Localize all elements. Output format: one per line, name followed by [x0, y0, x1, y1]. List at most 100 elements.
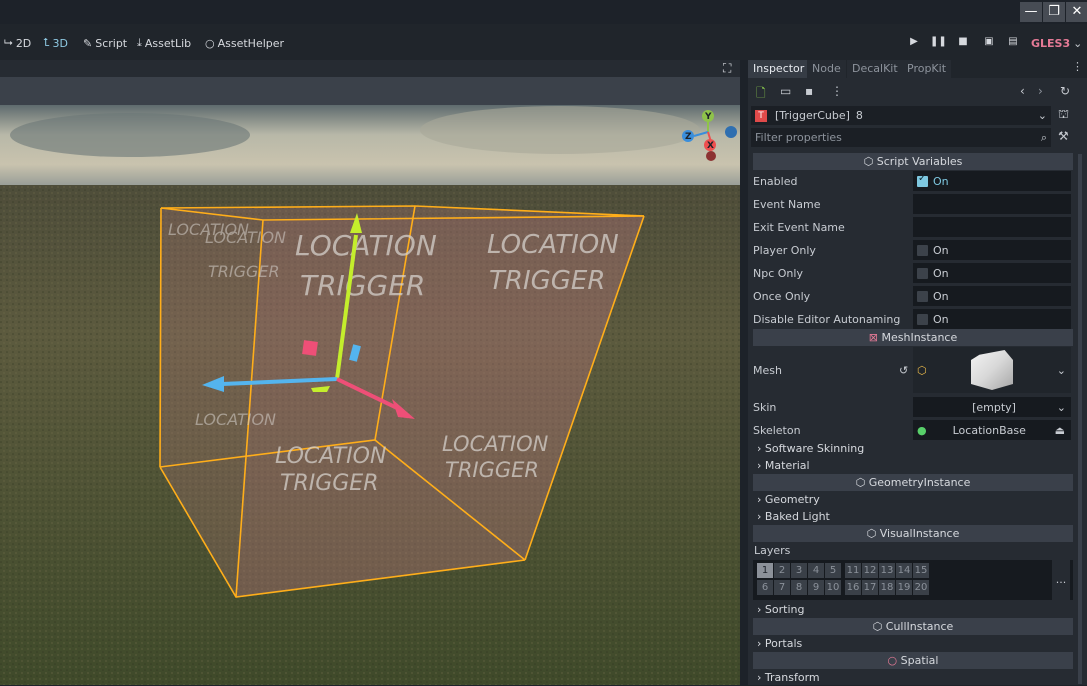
subsection-sorting[interactable]: › Sorting: [753, 601, 1073, 618]
play-scene-icon[interactable]: ▣: [981, 34, 997, 50]
play-custom-icon[interactable]: ▤: [1005, 34, 1021, 50]
layer-cell[interactable]: 3: [791, 563, 807, 578]
layer-cell[interactable]: 10: [825, 580, 841, 595]
main-toolbar: ⮡ 2D ⮤ 3D ✎ Script ⤓ AssetLib ○ AssetHel…: [0, 24, 1087, 60]
subsection-software-skinning[interactable]: › Software Skinning: [753, 440, 1073, 457]
layer-cell[interactable]: 17: [862, 580, 878, 595]
layer-cell[interactable]: 2: [774, 563, 790, 578]
layers-more-button[interactable]: ...: [1052, 560, 1070, 600]
tools-icon[interactable]: ⚒: [1058, 129, 1069, 143]
new-resource-icon[interactable]: 🗋: [756, 84, 766, 105]
stop-icon[interactable]: ■: [955, 34, 971, 50]
skeleton-path-field[interactable]: ● LocationBase ⏏: [913, 420, 1071, 440]
close-icon[interactable]: ✕: [1066, 2, 1087, 22]
pause-icon[interactable]: ❚❚: [930, 34, 947, 50]
once-only-checkbox[interactable]: On: [913, 286, 1071, 306]
history-icon[interactable]: ↻: [1060, 84, 1070, 98]
script-button[interactable]: ✎ Script: [83, 35, 127, 51]
section-script-variables[interactable]: ⬡ Script Variables: [753, 153, 1073, 170]
tab-propkit[interactable]: PropKit: [902, 60, 952, 78]
subsection-portals[interactable]: › Portals: [753, 635, 1073, 652]
prop-player-only: Player Only On: [753, 239, 1073, 261]
inspector-scrollbar[interactable]: [1078, 154, 1082, 684]
skin-picker[interactable]: [empty] ⌄: [913, 397, 1071, 417]
layer-cell[interactable]: 16: [845, 580, 861, 595]
layer-cell[interactable]: 6: [757, 580, 773, 595]
3d-viewport[interactable]: LOCATION TRIGGER LOCATION TRIGGER LOCATI…: [0, 105, 740, 685]
layer-cell[interactable]: 4: [808, 563, 824, 578]
layer-cell[interactable]: 11: [845, 563, 861, 578]
save-icon[interactable]: ▪: [805, 84, 813, 98]
npc-only-checkbox[interactable]: On: [913, 263, 1071, 283]
layer-cell[interactable]: 7: [774, 580, 790, 595]
section-spatial[interactable]: ○ Spatial: [753, 652, 1073, 669]
renderer-select[interactable]: GLES3 ⌄: [1031, 35, 1082, 51]
node-selector[interactable]: T [TriggerCube] 8 ⌄: [751, 106, 1051, 125]
layer-cell[interactable]: 19: [896, 580, 912, 595]
chevron-down-icon: ⌄: [1056, 400, 1066, 414]
checkbox-icon: [917, 313, 928, 325]
disable-autonaming-checkbox[interactable]: On: [913, 309, 1071, 329]
section-visual-instance[interactable]: ⬡ VisualInstance: [753, 525, 1073, 542]
section-mesh-instance[interactable]: ⊠ MeshInstance: [753, 329, 1073, 346]
prop-label: Enabled: [753, 174, 798, 188]
assethelper-button[interactable]: ○ AssetHelper: [205, 35, 284, 51]
prop-label: Event Name: [753, 197, 821, 211]
event-name-field[interactable]: [913, 194, 1071, 214]
layer-cell[interactable]: 9: [808, 580, 824, 595]
layer-cell[interactable]: 18: [879, 580, 895, 595]
more-options-icon[interactable]: ⋮: [831, 84, 843, 98]
cube-label-line1: LOCATION: [295, 229, 437, 262]
subsection-transform[interactable]: › Transform: [753, 669, 1073, 686]
prop-label: Npc Only: [753, 266, 803, 280]
layer-cell[interactable]: 13: [879, 563, 895, 578]
layer-cell[interactable]: 12: [862, 563, 878, 578]
node-name: [TriggerCube]: [775, 109, 850, 122]
minimize-icon[interactable]: —: [1020, 2, 1042, 22]
layer-cell[interactable]: 14: [896, 563, 912, 578]
prop-disable-autonaming: Disable Editor Autonaming On: [753, 308, 1073, 330]
subsection-material[interactable]: › Material: [753, 457, 1073, 474]
node-path-icon: ●: [917, 423, 927, 437]
gizmo-z-label: Z: [685, 132, 692, 142]
enabled-checkbox[interactable]: On: [913, 171, 1071, 191]
tab-inspector[interactable]: Inspector: [748, 60, 810, 78]
player-only-checkbox[interactable]: On: [913, 240, 1071, 260]
open-folder-icon[interactable]: ▭: [780, 84, 791, 98]
subsection-baked-light[interactable]: › Baked Light: [753, 508, 1073, 525]
exit-event-name-field[interactable]: [913, 217, 1071, 237]
history-forward-icon[interactable]: ›: [1038, 84, 1043, 98]
section-geometry-instance[interactable]: ⬡ GeometryInstance: [753, 474, 1073, 491]
assetlib-button[interactable]: ⤓ AssetLib: [137, 35, 191, 51]
restore-icon[interactable]: ❐: [1043, 2, 1065, 22]
filter-properties-input[interactable]: Filter properties ⌕: [751, 128, 1051, 147]
tab-decalkit[interactable]: DecalKit: [847, 60, 903, 78]
layer-cell[interactable]: 1: [757, 563, 773, 578]
object-properties-icon[interactable]: ⛫: [1058, 107, 1069, 123]
download-icon: ⤓: [137, 36, 142, 49]
tab-node[interactable]: Node: [807, 60, 846, 78]
layer-cell[interactable]: 8: [791, 580, 807, 595]
layer-cell[interactable]: 15: [913, 563, 929, 578]
mode-2d-button[interactable]: ⮡ 2D: [4, 35, 31, 51]
clear-icon: ⏏: [1054, 423, 1065, 437]
subsection-label: Baked Light: [764, 510, 830, 523]
prop-label: Exit Event Name: [753, 220, 845, 234]
revert-icon[interactable]: ↺: [899, 364, 908, 377]
section-cull-instance[interactable]: ⬡ CullInstance: [753, 618, 1073, 635]
play-icon[interactable]: ▶: [906, 34, 922, 50]
prop-mesh: Mesh ↺ ⬡ ⌄: [753, 347, 1073, 393]
layer-cell[interactable]: 20: [913, 580, 929, 595]
menu-icon[interactable]: ⋮: [1072, 60, 1083, 73]
subsection-geometry[interactable]: › Geometry: [753, 491, 1073, 508]
chevron-right-icon: ›: [757, 493, 765, 506]
mesh-resource-picker[interactable]: ⬡ ⌄: [913, 347, 1071, 393]
fullscreen-icon[interactable]: ⛶: [723, 61, 731, 76]
checkbox-icon: [917, 267, 928, 279]
layer-cell[interactable]: 5: [825, 563, 841, 578]
prop-event-name: Event Name: [753, 193, 1073, 215]
cube-icon: ⬡: [866, 527, 880, 540]
history-back-icon[interactable]: ‹: [1020, 84, 1025, 98]
mode-3d-button[interactable]: ⮤ 3D: [43, 35, 68, 51]
2d-icon: ⮡: [4, 36, 13, 49]
